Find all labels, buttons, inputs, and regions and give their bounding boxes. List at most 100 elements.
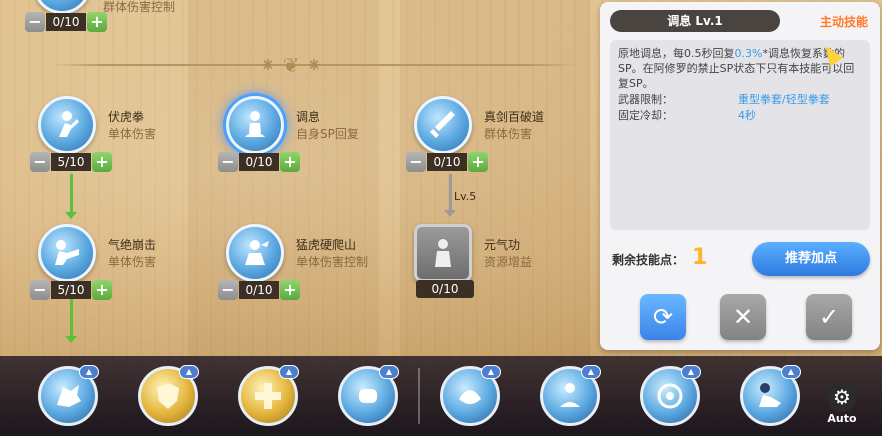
level-count: 0/10 xyxy=(46,13,86,31)
level-count: 0/10 xyxy=(239,153,279,171)
level-row: − 0/10 + xyxy=(218,280,300,300)
hotbar-separator xyxy=(418,368,420,424)
desc-highlight: 0.3% xyxy=(734,47,763,60)
skill-type: 自身SP回复 xyxy=(296,127,359,141)
level-row: − 0/10 + xyxy=(218,152,300,172)
hotbar-slot[interactable]: ▲ xyxy=(540,365,601,426)
weapon-restriction-value: 重型拳套/轻型拳套 xyxy=(738,93,830,106)
auto-button[interactable]: ⚙ Auto xyxy=(822,382,862,428)
slot-badge-icon: ▲ xyxy=(781,365,801,379)
auto-label: Auto xyxy=(827,412,857,425)
level-minus-button[interactable]: − xyxy=(30,152,50,172)
level-count: 0/10 xyxy=(239,281,279,299)
fist-icon xyxy=(359,389,377,403)
level-minus-button[interactable]: − xyxy=(218,280,238,300)
hotbar-slot[interactable]: ▲ xyxy=(238,365,299,426)
level-row: − 0/10 + xyxy=(25,12,107,32)
hotbar-slot[interactable]: ▲ xyxy=(38,365,99,426)
remaining-points-label: 剩余技能点： xyxy=(612,253,685,267)
skill-type: 群体伤害 xyxy=(484,127,533,141)
level-plus-button[interactable]: + xyxy=(468,152,488,172)
punch-burst-icon[interactable] xyxy=(38,224,96,282)
dragon-head-icon xyxy=(57,385,81,407)
weapon-restriction-label: 武器限制： xyxy=(618,93,673,106)
skill-type: 单体伤害 xyxy=(108,127,157,141)
hotbar-slot[interactable]: ▲ xyxy=(440,365,501,426)
slot-badge-icon: ▲ xyxy=(581,365,601,379)
level-plus-button[interactable]: + xyxy=(280,280,300,300)
slot-badge-icon: ▲ xyxy=(279,365,299,379)
sword-icon[interactable] xyxy=(414,96,472,154)
dragon-coil-icon xyxy=(459,390,481,404)
skill-name: 猛虎硬爬山 xyxy=(296,238,357,252)
skill-name: 真剑百破道 xyxy=(484,110,545,124)
skill-detail-title: 调息 Lv.1 xyxy=(610,10,780,32)
skill-yuanqi[interactable]: 元气功 资源增益 0/10 xyxy=(406,224,576,304)
level-row: − 0/10 + xyxy=(406,152,488,172)
cooldown-row: 固定冷却： 4秒 xyxy=(618,108,862,123)
level-plus-button[interactable]: + xyxy=(92,280,112,300)
fist-icon[interactable] xyxy=(38,96,96,154)
remaining-points-value: 1 xyxy=(692,245,708,270)
cooldown-value: 4秒 xyxy=(738,109,756,122)
level-plus-button[interactable]: + xyxy=(92,152,112,172)
skill-link-line xyxy=(70,174,73,214)
shield-burst-icon xyxy=(157,383,179,409)
recommend-button[interactable]: 推荐加点 xyxy=(752,242,870,276)
divider-ornament-icon: ⁕ ❦ ⁕ xyxy=(259,53,323,77)
skill-qijue[interactable]: 气绝崩击 单体伤害 − 5/10 + xyxy=(30,224,200,304)
level-minus-button[interactable]: − xyxy=(30,280,50,300)
hotbar-slot[interactable]: ▲ xyxy=(338,365,399,426)
level-minus-button[interactable]: − xyxy=(406,152,426,172)
level-minus-button[interactable]: − xyxy=(218,152,238,172)
skill-type: 资源增益 xyxy=(484,255,533,269)
slot-badge-icon: ▲ xyxy=(179,365,199,379)
skill-type: 群体伤害控制 xyxy=(103,0,176,14)
power-up-icon[interactable] xyxy=(414,224,472,282)
requirement-label: Lv.5 xyxy=(454,190,477,203)
skill-tiaoxi[interactable]: 调息 自身SP回复 − 0/10 + xyxy=(218,96,388,176)
hotbar-slot[interactable]: ▲ xyxy=(138,365,199,426)
level-minus-button[interactable]: − xyxy=(25,12,45,32)
target-icon xyxy=(657,383,683,409)
close-icon: ✕ xyxy=(732,303,754,331)
slot-badge-icon: ▲ xyxy=(79,365,99,379)
level-count: 5/10 xyxy=(51,153,91,171)
skill-top-partial[interactable]: 群体伤害控制 − 0/10 + xyxy=(25,0,195,36)
column-shade xyxy=(400,0,590,360)
hotbar-slot[interactable]: ▲ xyxy=(740,365,801,426)
heal-plus-icon xyxy=(255,383,281,409)
skill-fuhuquan[interactable]: 伏虎拳 单体伤害 − 5/10 + xyxy=(30,96,200,176)
skill-name: 伏虎拳 xyxy=(108,110,145,124)
hotbar-slot[interactable]: ▲ xyxy=(640,365,701,426)
cooldown-label: 固定冷却： xyxy=(618,109,673,122)
skill-zhenjian[interactable]: 真剑百破道 群体伤害 − 0/10 + xyxy=(406,96,576,176)
confirm-button[interactable]: ✓ xyxy=(806,294,852,340)
refresh-icon: ⟳ xyxy=(652,303,674,331)
skill-kind-label: 主动技能 xyxy=(819,15,868,29)
weapon-restriction-row: 武器限制： 重型拳套/轻型拳套 xyxy=(618,92,862,107)
skill-link-line xyxy=(449,174,452,212)
slot-badge-icon: ▲ xyxy=(379,365,399,379)
sweep-kick-icon xyxy=(759,383,781,407)
meditation-icon[interactable] xyxy=(226,96,284,154)
skill-menghu[interactable]: 猛虎硬爬山 单体伤害控制 − 0/10 + xyxy=(218,224,388,304)
level-count: 0/10 xyxy=(427,153,467,171)
skill-description-box: 原地调息，每0.5秒回复0.3%*调息恢复系数的SP。在阿修罗的禁止SP状态下只… xyxy=(610,40,870,230)
tiger-strike-icon[interactable] xyxy=(226,224,284,282)
level-plus-button[interactable]: + xyxy=(280,152,300,172)
slot-badge-icon: ▲ xyxy=(481,365,501,379)
skill-name: 元气功 xyxy=(484,238,521,252)
desc-part: 原地调息，每0.5秒回复 xyxy=(618,47,735,60)
skill-name: 调息 xyxy=(296,110,321,124)
meditation-icon xyxy=(560,383,580,407)
reset-button[interactable]: ⟳ xyxy=(640,294,686,340)
level-plus-button[interactable]: + xyxy=(87,12,107,32)
skill-link-arrow-icon xyxy=(444,210,456,217)
cancel-button[interactable]: ✕ xyxy=(720,294,766,340)
skill-type: 单体伤害 xyxy=(108,255,157,269)
level-count: 5/10 xyxy=(51,281,91,299)
skill-link-arrow-icon xyxy=(65,336,77,343)
level-row: − 5/10 + xyxy=(30,152,112,172)
skill-hotbar: ▲ ▲ ▲ ▲ ▲ ▲ ▲ ▲ ⚙ Auto xyxy=(0,356,882,436)
